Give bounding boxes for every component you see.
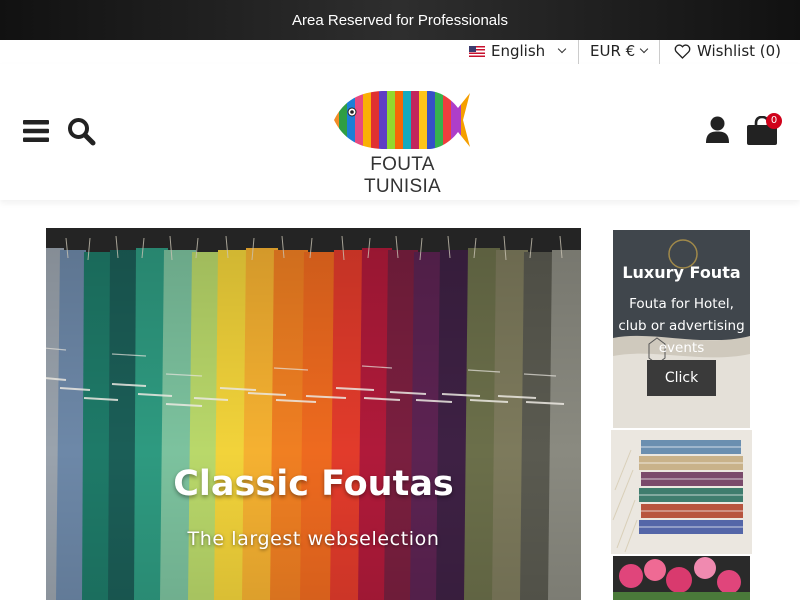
site-header: FOUTA TUNISIA xyxy=(0,64,800,200)
wishlist-label: Wishlist (0) xyxy=(697,42,782,60)
language-selector[interactable]: English xyxy=(469,42,567,60)
side-banner-description: Fouta for Hotel, club or advertising eve… xyxy=(618,296,745,356)
menu-icon[interactable] xyxy=(23,120,49,142)
hero-title: Classic Foutas xyxy=(173,464,454,504)
top-banner[interactable]: Area Reserved for Professionals xyxy=(0,0,800,40)
folded-towels-image xyxy=(611,430,752,554)
language-label: English xyxy=(491,42,546,60)
chevron-down-icon xyxy=(557,44,567,54)
logo-text: FOUTA TUNISIA xyxy=(363,154,442,197)
search-icon[interactable] xyxy=(67,117,96,146)
currency-selector[interactable]: EUR € xyxy=(590,42,649,60)
heart-icon xyxy=(674,43,691,59)
top-banner-text[interactable]: Area Reserved for Professionals xyxy=(292,12,508,29)
divider xyxy=(578,40,579,64)
us-flag-icon xyxy=(469,45,485,57)
currency-label: EUR € xyxy=(590,42,636,60)
user-icon[interactable] xyxy=(706,116,729,144)
side-banner-title: Luxury Fouta xyxy=(622,263,741,282)
divider xyxy=(659,40,660,64)
luxury-fouta-banner[interactable]: Luxury Fouta Fouta for Hotel, club or ad… xyxy=(613,230,750,428)
flowers-image xyxy=(613,556,750,600)
site-logo[interactable]: FOUTA TUNISIA xyxy=(330,90,475,197)
cart-count-badge: 0 xyxy=(766,113,782,129)
flowers-banner[interactable] xyxy=(613,556,750,600)
click-button[interactable]: Click xyxy=(647,360,716,396)
fish-logo-icon xyxy=(334,91,470,149)
hero-subtitle: The largest webselection xyxy=(187,528,440,550)
utility-bar: English EUR € Wishlist (0) xyxy=(0,40,800,64)
chevron-down-icon xyxy=(639,44,649,54)
striped-foutas-banner[interactable] xyxy=(611,430,752,554)
wishlist-link[interactable]: Wishlist (0) xyxy=(674,42,781,60)
hero-banner[interactable]: Classic Foutas The largest webselection xyxy=(46,228,581,600)
